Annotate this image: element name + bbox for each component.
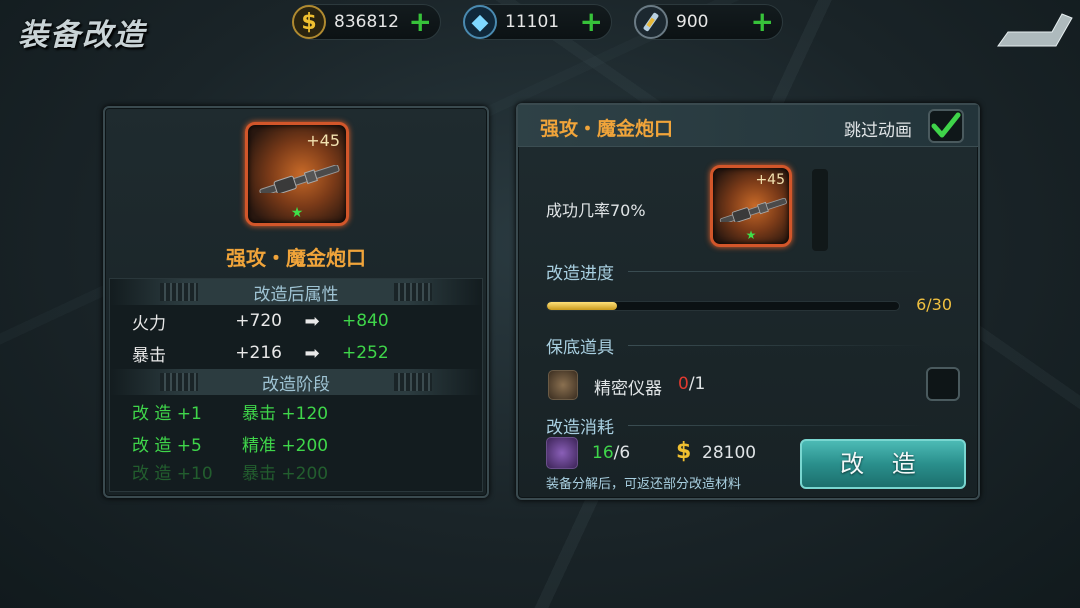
diamond-value: 11101 (505, 12, 560, 32)
stage-row: 改 造 +1 暴击 +120 (132, 403, 329, 424)
modify-button[interactable]: 改 造 (800, 439, 966, 489)
star-icon: ★ (290, 205, 304, 221)
tool-slot[interactable] (926, 367, 960, 401)
energy-value: 900 (676, 12, 709, 32)
gold-cost: 28100 (702, 443, 757, 463)
guarantee-label: 保底道具 (546, 338, 614, 358)
side-slot (812, 169, 828, 251)
diamond-icon: ◆ (463, 5, 497, 39)
back-arrow-icon[interactable] (996, 12, 1074, 48)
modify-item-slot[interactable]: +45 ★ (710, 165, 792, 247)
attributes-box: 改造后属性 火力 +720 ➡ +840 暴击 +216 ➡ +252 改造阶段… (109, 278, 483, 492)
disassemble-note: 装备分解后，可返还部分改造材料 (546, 477, 742, 492)
add-energy-button[interactable]: + (751, 8, 774, 36)
progress-label: 改造进度 (546, 264, 614, 284)
material-icon (546, 437, 578, 469)
material-count: 16/6 (592, 443, 631, 463)
divider (628, 345, 928, 346)
tool-name: 精密仪器 (594, 379, 662, 399)
arrow-right-icon: ➡ (304, 310, 320, 332)
attr-row-crit: 暴击 +216 ➡ +252 (132, 342, 389, 366)
energy-currency: 900 + (634, 4, 783, 40)
add-diamond-button[interactable]: + (580, 8, 603, 36)
precision-instrument-icon (548, 370, 578, 400)
equipment-detail-panel: +45 ★ 强攻・魔金炮口 改造后属性 火力 +720 ➡ +840 暴击 +2… (103, 106, 489, 498)
item-level-badge: +45 (306, 131, 340, 150)
attr-row-firepower: 火力 +720 ➡ +840 (132, 310, 389, 334)
item-level-badge: +45 (755, 172, 785, 188)
modify-panel-header: 强攻・魔金炮口 跳过动画 (518, 105, 978, 147)
add-gold-button[interactable]: + (409, 8, 432, 36)
energy-tube-icon (634, 5, 668, 39)
skip-animation-checkbox[interactable] (928, 109, 964, 143)
stage-section-header: 改造阶段 (110, 369, 482, 395)
diamond-currency: ◆ 11101 + (463, 4, 612, 40)
divider (628, 271, 928, 272)
gold-currency: $ 836812 + (292, 4, 441, 40)
gold-coin-icon: $ (676, 439, 692, 464)
modify-panel: 强攻・魔金炮口 跳过动画 成功几率70% +45 ★ 改造进度 6/30 保底道… (516, 103, 980, 500)
modify-item-name: 强攻・魔金炮口 (540, 118, 674, 140)
cost-label: 改造消耗 (546, 418, 614, 438)
cannon-muzzle-icon (259, 165, 340, 193)
progress-text: 6/30 (916, 295, 952, 314)
skip-animation-label: 跳过动画 (844, 121, 912, 141)
progress-fill (547, 302, 618, 310)
tool-count: 0/1 (678, 374, 706, 394)
divider (628, 425, 928, 426)
page-title: 装备改造 (18, 18, 146, 53)
gold-coin-icon: $ (292, 5, 326, 39)
success-rate: 成功几率70% (546, 201, 646, 220)
progress-bar (546, 301, 900, 311)
stage-row: 改 造 +5 精准 +200 (132, 435, 329, 456)
item-name: 强攻・魔金炮口 (226, 246, 366, 270)
cannon-muzzle-icon (719, 198, 787, 222)
attr-section-header: 改造后属性 (110, 279, 482, 305)
arrow-right-icon: ➡ (304, 342, 320, 364)
stage-row: 改 造 +10 暴击 +200 (132, 464, 329, 481)
star-icon: ★ (745, 228, 757, 242)
item-slot[interactable]: +45 ★ (245, 122, 349, 226)
gold-value: 836812 (334, 12, 399, 32)
checkmark-icon (931, 112, 961, 138)
